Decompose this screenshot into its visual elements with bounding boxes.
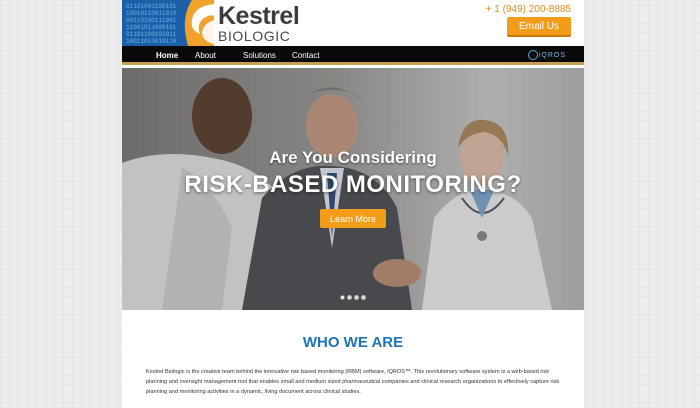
hero-slider: Are You Considering RISK-BASED MONITORIN… bbox=[122, 68, 584, 310]
phone-number[interactable]: + 1 (949) 200-8885 bbox=[486, 4, 571, 15]
nav-item-home[interactable]: Home bbox=[156, 46, 178, 65]
svg-text:10011010010110: 10011010010110 bbox=[126, 38, 177, 45]
iqros-logo[interactable]: iQROS bbox=[527, 49, 566, 62]
brand-name: Kestrel bbox=[218, 2, 300, 30]
hero-heading: RISK-BASED MONITORING? bbox=[184, 171, 522, 198]
brand-wordmark[interactable]: Kestrel BIOLOGIC bbox=[218, 2, 300, 44]
who-we-are-heading: WHO WE ARE bbox=[302, 334, 404, 351]
brand-subtitle: BIOLOGIC bbox=[218, 28, 291, 44]
svg-text:11001011000101: 11001011000101 bbox=[126, 24, 177, 31]
learn-more-button[interactable]: Learn More bbox=[320, 209, 386, 228]
slider-dot[interactable] bbox=[354, 295, 359, 300]
slider-dot[interactable] bbox=[347, 295, 352, 300]
svg-text:10010110011010: 10010110011010 bbox=[126, 10, 177, 17]
slider-dot[interactable] bbox=[361, 295, 366, 300]
nav-item-contact-us[interactable]: Contact Us bbox=[292, 46, 320, 79]
svg-text:01101001100101: 01101001100101 bbox=[126, 3, 177, 10]
email-us-button[interactable]: Email Us bbox=[507, 17, 571, 37]
slider-dot[interactable] bbox=[340, 295, 345, 300]
kestrel-logo-icon[interactable]: 01101001100101 10010110011010 0011010011… bbox=[122, 0, 214, 46]
svg-text:00110100111001: 00110100111001 bbox=[126, 17, 177, 24]
main-nav: Home About Us Solutions Contact Us iQROS bbox=[122, 46, 584, 79]
site-header: 01101001100101 10010110011010 0011010011… bbox=[122, 0, 584, 46]
svg-text:01101100101011: 01101100101011 bbox=[126, 31, 177, 38]
hero-subheading: Are You Considering bbox=[269, 148, 437, 167]
iqros-ring-icon bbox=[527, 50, 538, 61]
nav-item-about-us[interactable]: About Us bbox=[195, 46, 216, 79]
iqros-label: iQROS bbox=[538, 52, 566, 59]
page: 01101001100101 10010110011010 0011010011… bbox=[122, 0, 584, 408]
who-we-are-text: Kestrel Biologic is the creative team be… bbox=[146, 369, 560, 395]
nav-item-solutions[interactable]: Solutions bbox=[243, 46, 276, 65]
